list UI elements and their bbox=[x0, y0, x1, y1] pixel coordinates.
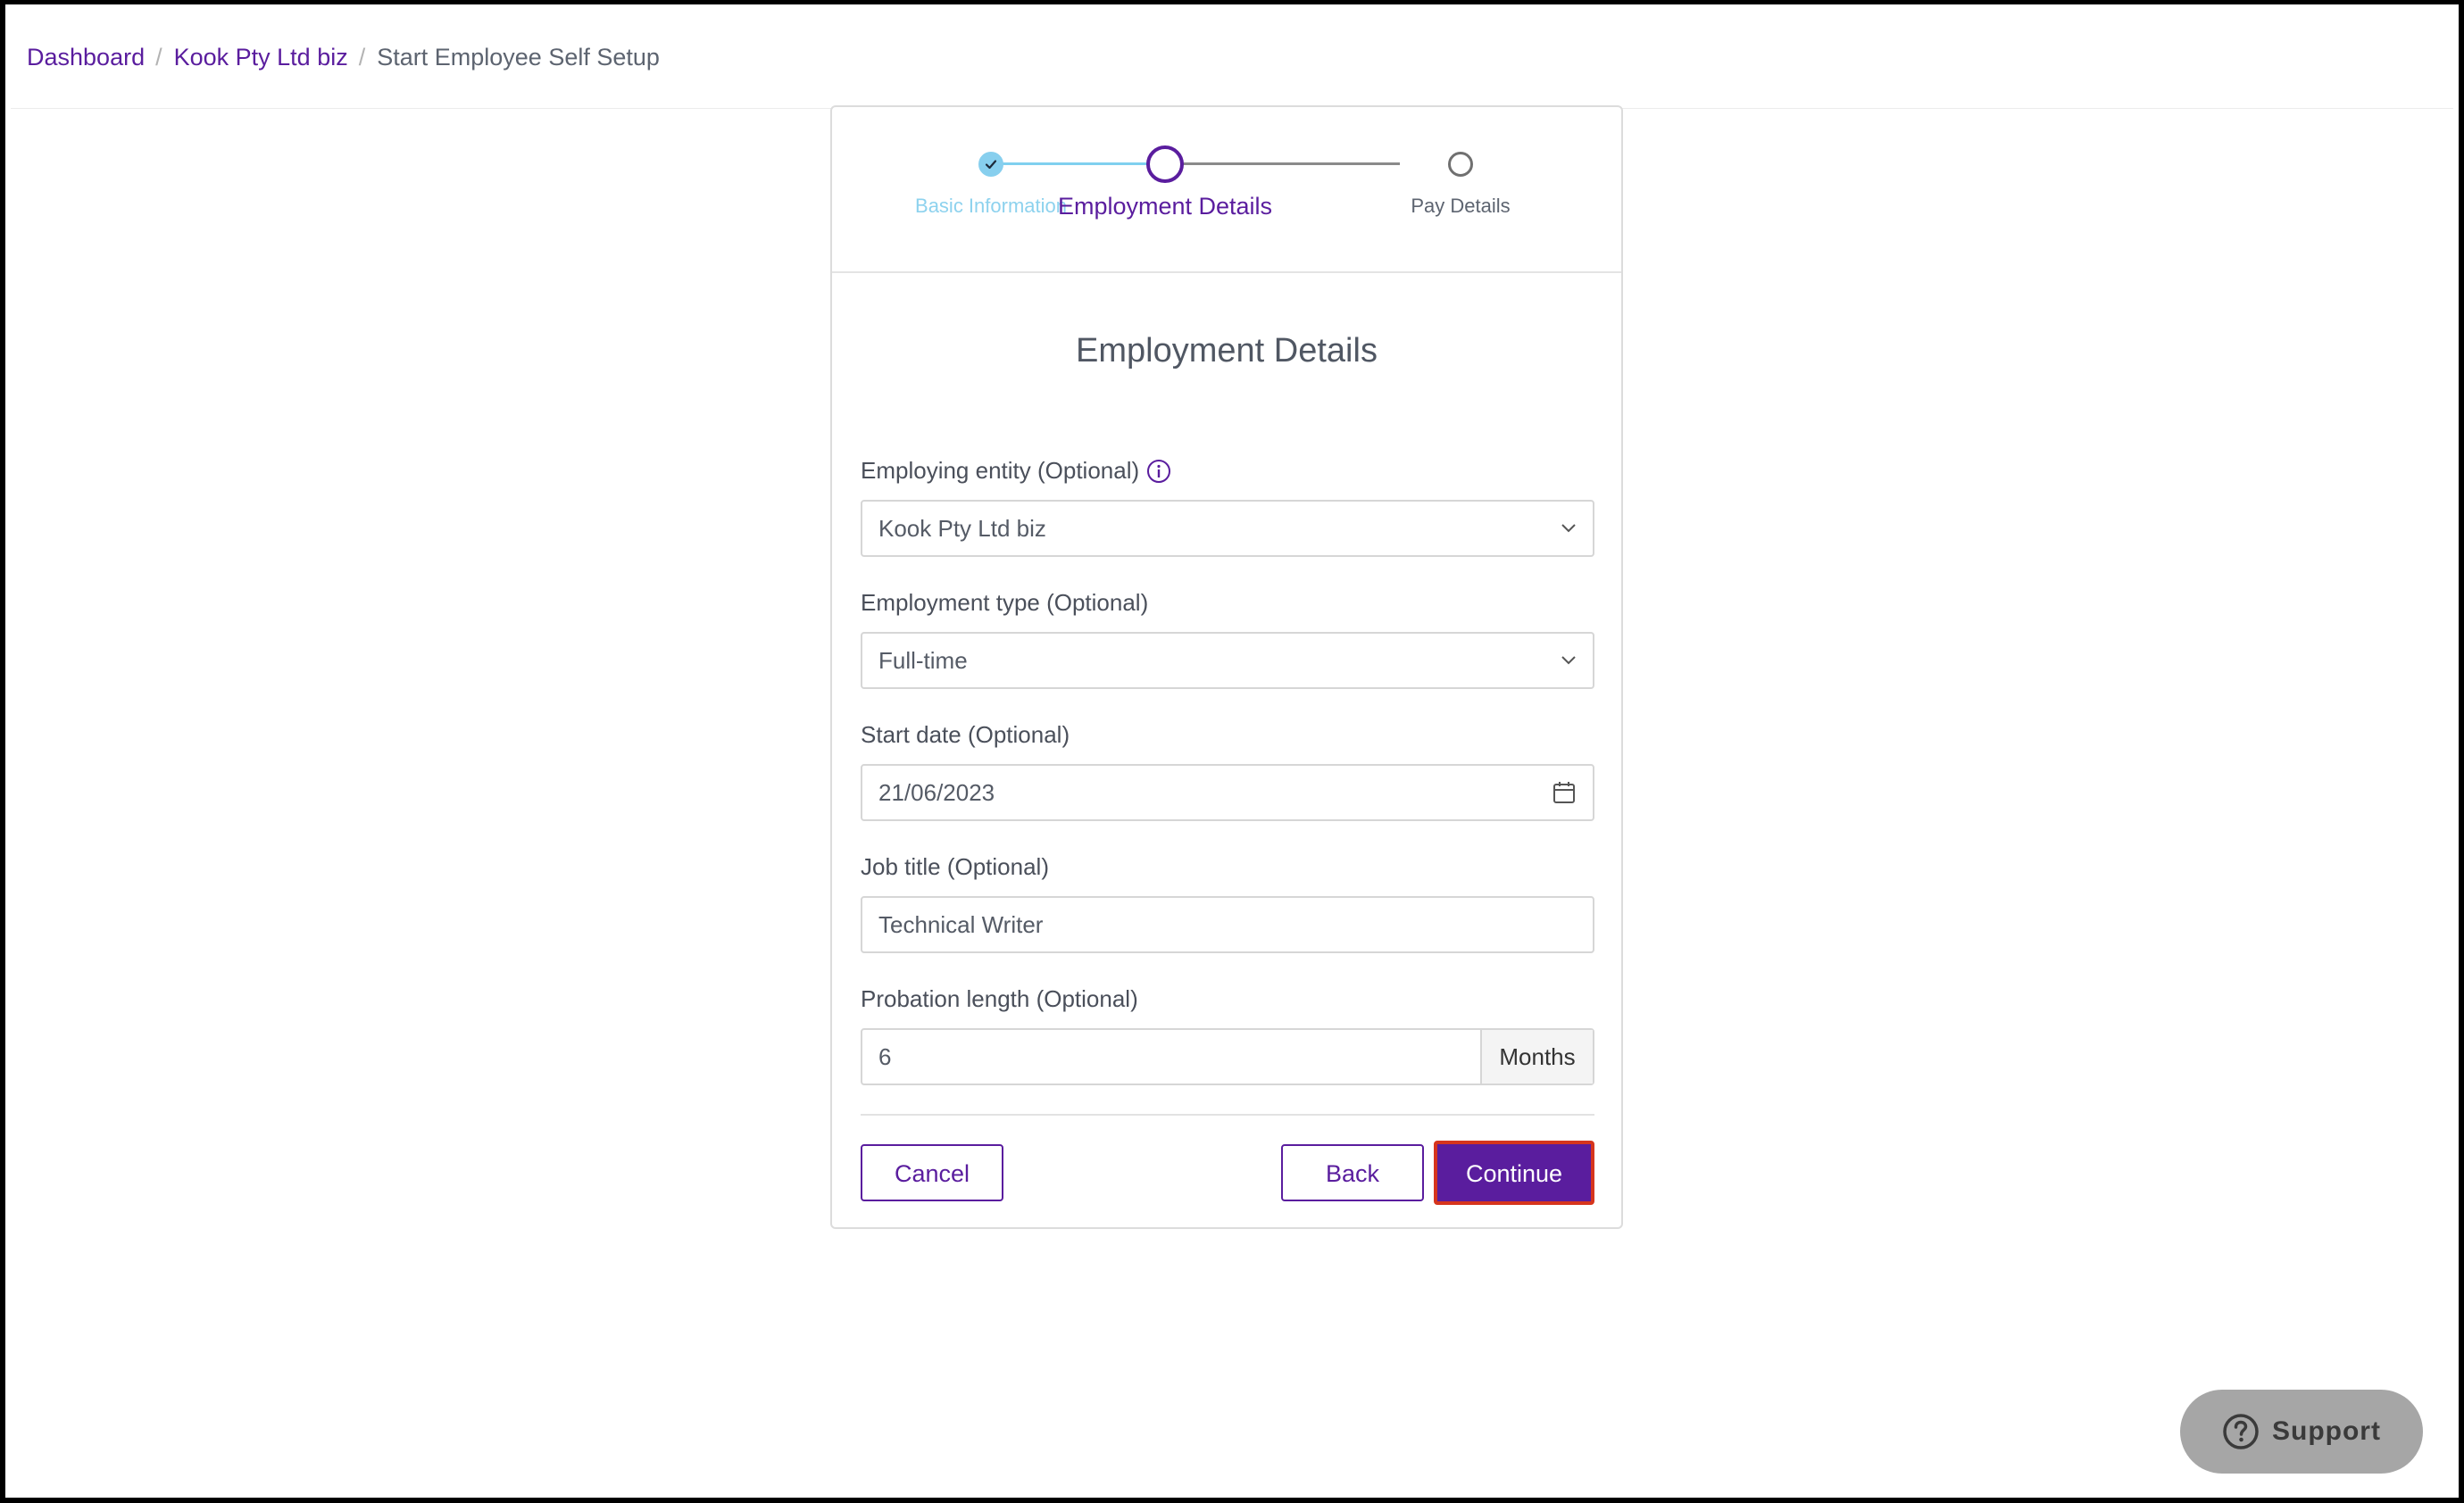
checkmark-icon bbox=[984, 157, 998, 171]
step-connector-completed bbox=[995, 162, 1150, 165]
probation-length-value: 6 bbox=[878, 1043, 892, 1070]
continue-button[interactable]: Continue bbox=[1434, 1141, 1594, 1205]
job-title-value: Technical Writer bbox=[878, 911, 1044, 938]
step-employment-details-indicator bbox=[1146, 145, 1184, 183]
breadcrumb-dashboard[interactable]: Dashboard bbox=[27, 44, 145, 71]
step-pay-details-label: Pay Details bbox=[1411, 195, 1511, 217]
setup-card: Basic Information Employment Details Pay… bbox=[830, 105, 1623, 1229]
question-circle-icon bbox=[2222, 1413, 2260, 1450]
support-label: Support bbox=[2272, 1416, 2381, 1446]
breadcrumb-current: Start Employee Self Setup bbox=[377, 44, 660, 71]
back-button[interactable]: Back bbox=[1281, 1144, 1424, 1201]
probation-unit-addon: Months bbox=[1480, 1030, 1593, 1084]
progress-stepper: Basic Information Employment Details Pay… bbox=[832, 107, 1621, 273]
step-connector-upcoming bbox=[1183, 162, 1400, 165]
info-icon[interactable] bbox=[1146, 459, 1171, 484]
step-basic-information-indicator[interactable] bbox=[978, 152, 1003, 177]
breadcrumb: Dashboard / Kook Pty Ltd biz / Start Employe… bbox=[27, 39, 660, 75]
start-date-input[interactable]: 21/06/2023 bbox=[861, 764, 1594, 821]
form-title: Employment Details bbox=[1076, 332, 1378, 370]
probation-length-label: Probation length (Optional) bbox=[861, 985, 1138, 1012]
breadcrumb-separator: / bbox=[155, 44, 162, 71]
step-pay-details-indicator bbox=[1448, 152, 1473, 177]
job-title-label: Job title (Optional) bbox=[861, 853, 1049, 880]
employing-entity-select[interactable]: Kook Pty Ltd biz bbox=[861, 500, 1594, 557]
breadcrumb-company[interactable]: Kook Pty Ltd biz bbox=[174, 44, 348, 71]
probation-length-input[interactable]: 6 Months bbox=[861, 1028, 1594, 1085]
form-divider bbox=[861, 1114, 1594, 1116]
employment-type-value: Full-time bbox=[878, 647, 968, 674]
job-title-input[interactable]: Technical Writer bbox=[861, 896, 1594, 953]
employment-type-label: Employment type (Optional) bbox=[861, 589, 1149, 616]
breadcrumb-separator: / bbox=[358, 44, 366, 71]
employing-entity-label-text: Employing entity (Optional) bbox=[861, 457, 1140, 484]
employing-entity-label: Employing entity (Optional) bbox=[861, 457, 1171, 485]
calendar-icon[interactable] bbox=[1552, 766, 1577, 819]
top-bar: Dashboard / Kook Pty Ltd biz / Start Employe… bbox=[11, 9, 2453, 109]
support-button[interactable]: Support bbox=[2180, 1390, 2423, 1474]
start-date-value: 21/06/2023 bbox=[878, 779, 995, 806]
employment-type-select[interactable]: Full-time bbox=[861, 632, 1594, 689]
employing-entity-value: Kook Pty Ltd biz bbox=[878, 515, 1046, 542]
chevron-down-icon bbox=[1561, 502, 1577, 555]
step-employment-details-label: Employment Details bbox=[1057, 193, 1273, 220]
start-date-label: Start date (Optional) bbox=[861, 721, 1070, 748]
chevron-down-icon bbox=[1561, 634, 1577, 687]
cancel-button[interactable]: Cancel bbox=[861, 1144, 1003, 1201]
